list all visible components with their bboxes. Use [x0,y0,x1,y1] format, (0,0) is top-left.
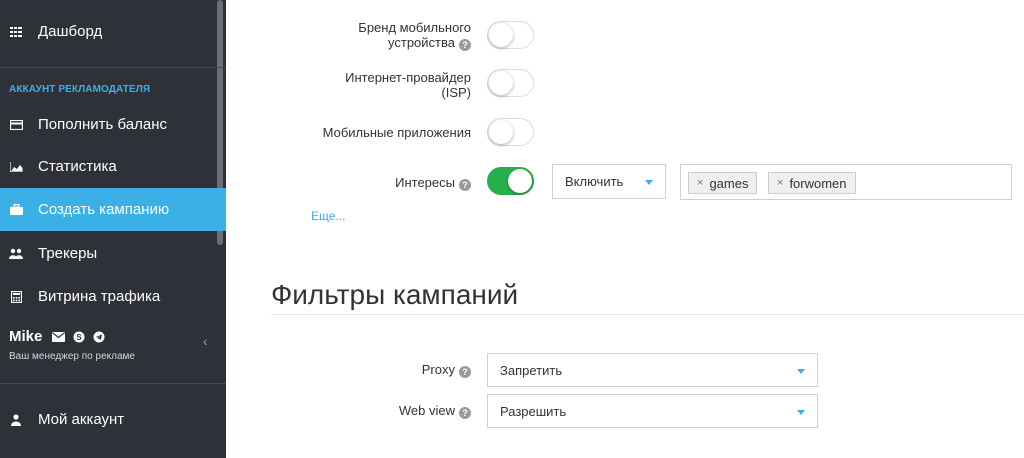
sidebar-item-label: Дашборд [38,23,103,40]
device-brand-toggle[interactable] [487,21,534,49]
sidebar-divider [0,383,226,384]
caret-down-icon [797,369,805,374]
tag-games: × games [688,172,758,194]
manager-name: Mike [9,328,43,345]
interests-toggle[interactable] [487,167,534,195]
sidebar-item-label: Трекеры [38,245,98,262]
skype-icon[interactable]: S [73,331,85,343]
device-brand-label: Бренд мобильного устройства? [358,20,471,51]
sidebar-item-label: Мой аккаунт [38,411,125,428]
sidebar-item-create-campaign[interactable]: Создать кампанию [0,188,226,231]
sidebar-item-dashboard[interactable]: Дашборд [0,10,226,53]
telegram-icon[interactable] [93,331,105,343]
interests-mode-select[interactable]: Включить [552,164,666,199]
isp-label: Интернет-провайдер (ISP) [345,70,471,100]
user-icon [9,413,23,427]
sidebar: Дашборд АККАУНТ РЕКЛАМОДАТЕЛЯ Пополнить … [0,0,226,458]
sidebar-item-label: Витрина трафика [38,288,161,305]
proxy-label: Proxy? [422,362,471,378]
svg-text:S: S [77,333,83,342]
sidebar-item-top-up[interactable]: Пополнить баланс [0,103,226,146]
mobile-apps-label: Мобильные приложения [322,125,471,140]
email-icon[interactable] [52,331,66,342]
help-icon[interactable]: ? [459,179,471,191]
account-manager: Mike S Ваш менеджер по рекламе [9,328,135,362]
caret-down-icon [797,410,805,415]
sidebar-item-trackers[interactable]: Трекеры [0,232,226,275]
grid-icon [9,25,23,39]
tag-forwomen: × forwomen [768,172,856,194]
sidebar-item-label: Статистика [38,158,117,175]
caret-down-icon [645,180,653,185]
help-icon[interactable]: ? [459,366,471,378]
help-icon[interactable]: ? [459,39,471,51]
sidebar-section-label: АККАУНТ РЕКЛАМОДАТЕЛЯ [9,84,151,95]
sidebar-item-traffic-showcase[interactable]: Витрина трафика [0,275,226,318]
remove-tag-icon[interactable]: × [777,177,783,189]
mobile-apps-toggle[interactable] [487,118,534,146]
sidebar-item-label: Создать кампанию [38,201,170,218]
webview-label: Web view? [399,403,471,419]
more-link[interactable]: Еще... [311,209,345,223]
sidebar-divider [0,67,226,68]
remove-tag-icon[interactable]: × [697,177,703,189]
webview-select[interactable]: Разрешить [487,394,818,428]
sidebar-item-statistics[interactable]: Статистика [0,145,226,188]
isp-toggle[interactable] [487,69,534,97]
proxy-select[interactable]: Запретить [487,353,818,387]
briefcase-icon [9,203,23,217]
section-divider [271,314,1024,315]
users-icon [9,247,23,261]
sidebar-item-my-account[interactable]: Мой аккаунт [0,398,226,441]
interests-tags-input[interactable]: × games × forwomen [680,164,1012,200]
area-chart-icon [9,160,23,174]
credit-card-icon [9,118,23,132]
help-icon[interactable]: ? [459,407,471,419]
chevron-left-icon[interactable]: ‹ [203,333,208,349]
manager-subtitle: Ваш менеджер по рекламе [9,351,135,362]
section-title: Фильтры кампаний [271,279,519,310]
interests-label: Интересы? [395,175,471,191]
calculator-icon [9,290,23,304]
sidebar-item-label: Пополнить баланс [38,116,167,133]
